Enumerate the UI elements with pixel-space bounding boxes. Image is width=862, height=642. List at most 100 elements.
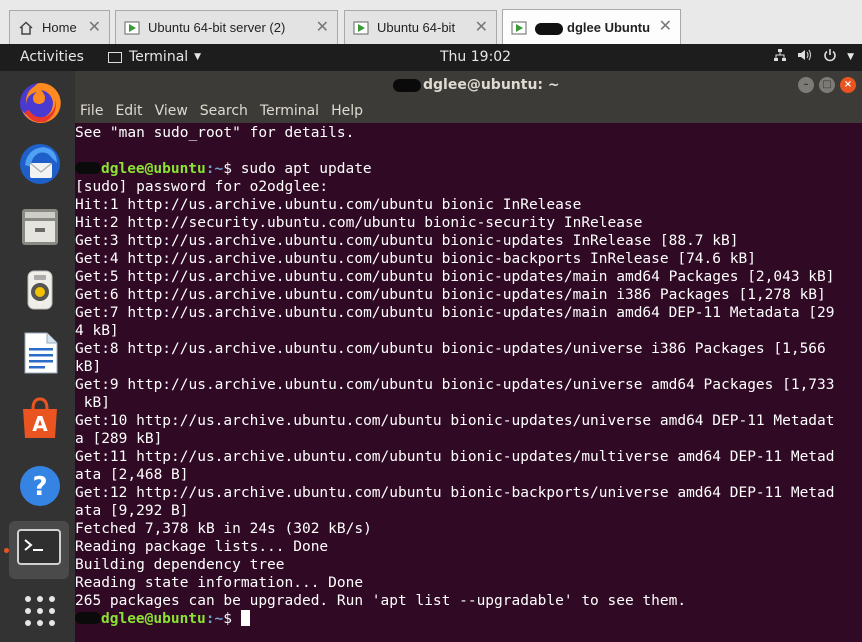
terminal-line: [sudo] password for o2odglee: (75, 178, 328, 196)
thunderbird-icon (17, 141, 63, 191)
redaction-mark (535, 22, 563, 35)
clock[interactable]: Thu 19:02 (440, 49, 511, 65)
terminal-line: kB] (75, 358, 101, 376)
menu-edit[interactable]: Edit (109, 99, 148, 123)
terminal-line: 265 packages can be upgraded. Run 'apt l… (75, 592, 686, 610)
prompt-symbol: $ (223, 611, 241, 627)
menu-terminal[interactable]: Terminal (254, 99, 325, 123)
software-center-icon: A (17, 395, 63, 445)
rhythmbox-icon (17, 267, 63, 317)
dock-item-terminal[interactable] (9, 521, 69, 579)
vm-icon (353, 20, 369, 36)
terminal-line: Reading package lists... Done (75, 538, 328, 556)
terminal-line-text: Reading state information... Done (75, 575, 364, 591)
terminal-line: dglee@ubuntu:~$ (75, 610, 250, 628)
terminal-line-text: Get:12 http://us.archive.ubuntu.com/ubun… (75, 485, 835, 501)
app-menu-button[interactable]: Terminal ▼ (108, 49, 201, 65)
activities-button[interactable]: Activities (20, 49, 84, 65)
terminal-line-text: [sudo] password for o2odglee: (75, 179, 329, 195)
close-icon[interactable]: ✕ (475, 19, 488, 35)
dock-item-show-applications[interactable] (15, 588, 65, 638)
svg-text:A: A (32, 412, 48, 436)
close-icon[interactable]: ✕ (659, 18, 672, 34)
dock-item-rhythmbox[interactable] (15, 267, 65, 317)
dock-item-libreoffice-writer[interactable] (15, 330, 65, 380)
vm-tab-dglee-ubuntu[interactable]: dglee Ubuntu ✕ (502, 9, 681, 45)
maximize-button[interactable]: □ (819, 77, 835, 93)
gnome-top-bar: Activities Terminal ▼ Thu 19:02 ▼ (0, 44, 862, 71)
dock-item-software-center[interactable]: A (15, 395, 65, 445)
terminal-line-text: Get:5 http://us.archive.ubuntu.com/ubunt… (75, 269, 835, 285)
close-icon[interactable]: ✕ (316, 19, 329, 35)
dock-item-firefox[interactable] (15, 80, 65, 130)
dock: A ? (0, 71, 75, 642)
terminal-line: ata [2,468 B] (75, 466, 189, 484)
vm-tab-ubuntu-server[interactable]: Ubuntu 64-bit server (2) ✕ (115, 10, 338, 44)
system-tray[interactable]: ▼ (773, 48, 854, 66)
home-icon (18, 20, 34, 36)
terminal-line-text: Hit:2 http://security.ubuntu.com/ubuntu … (75, 215, 643, 231)
terminal-line-text: Reading package lists... Done (75, 539, 329, 555)
menu-search[interactable]: Search (194, 99, 254, 123)
terminal-line-text: Get:6 http://us.archive.ubuntu.com/ubunt… (75, 287, 826, 303)
text-cursor (240, 610, 250, 626)
terminal-icon (108, 51, 122, 63)
libreoffice-writer-icon (17, 330, 63, 380)
help-icon: ? (17, 463, 63, 513)
network-icon (773, 48, 787, 66)
terminal-line-text: Get:10 http://us.archive.ubuntu.com/ubun… (75, 413, 835, 429)
dock-item-thunderbird[interactable] (15, 141, 65, 191)
vm-icon (124, 20, 140, 36)
window-controls: – □ × (798, 77, 856, 93)
chevron-down-icon: ▼ (194, 52, 202, 62)
terminal-line-text: Building dependency tree (75, 557, 285, 573)
vm-tab-label: Home (42, 20, 77, 35)
prompt-user: dglee@ubuntu (101, 611, 206, 627)
terminal-line: Get:10 http://us.archive.ubuntu.com/ubun… (75, 412, 835, 430)
terminal-line: Get:3 http://us.archive.ubuntu.com/ubunt… (75, 232, 738, 250)
terminal-line: Get:9 http://us.archive.ubuntu.com/ubunt… (75, 376, 835, 394)
terminal-line: Get:6 http://us.archive.ubuntu.com/ubunt… (75, 286, 826, 304)
menu-file[interactable]: File (75, 99, 109, 123)
terminal-line-text: Get:4 http://us.archive.ubuntu.com/ubunt… (75, 251, 756, 267)
terminal-line: Get:7 http://us.archive.ubuntu.com/ubunt… (75, 304, 835, 322)
menu-view[interactable]: View (149, 99, 194, 123)
svg-text:?: ? (32, 472, 47, 502)
terminal-line-text: Fetched 7,378 kB in 24s (302 kB/s) (75, 521, 372, 537)
terminal-line-text: ata [9,292 B] (75, 503, 189, 519)
terminal-menubar: File Edit View Search Terminal Help (75, 99, 862, 123)
close-button[interactable]: × (840, 77, 856, 93)
prompt-symbol: $ (223, 161, 241, 177)
minimize-button[interactable]: – (798, 77, 814, 93)
vm-tab-home[interactable]: Home ✕ (9, 10, 110, 44)
terminal-line-text: Get:8 http://us.archive.ubuntu.com/ubunt… (75, 341, 826, 357)
volume-icon (797, 48, 813, 66)
terminal-line-text: See "man sudo_root" for details. (75, 125, 355, 141)
vm-tab-label: dglee Ubuntu (535, 20, 650, 35)
terminal-line-text: a [289 kB] (75, 431, 163, 447)
terminal-line-text: Get:3 http://us.archive.ubuntu.com/ubunt… (75, 233, 739, 249)
chevron-down-icon: ▼ (847, 52, 854, 62)
vm-icon (511, 20, 527, 36)
terminal-line: See "man sudo_root" for details. (75, 124, 354, 142)
dock-item-files[interactable] (15, 204, 65, 254)
terminal-line: Hit:1 http://us.archive.ubuntu.com/ubunt… (75, 196, 581, 214)
terminal-window: dglee@ubuntu: ~ – □ × File Edit View Search… (75, 71, 862, 642)
terminal-line: Get:12 http://us.archive.ubuntu.com/ubun… (75, 484, 835, 502)
window-title: dglee@ubuntu: ~ (393, 77, 560, 93)
prompt-path: :~ (205, 161, 224, 177)
menu-help[interactable]: Help (325, 99, 369, 123)
redaction-mark (75, 162, 101, 174)
redaction-mark (75, 612, 101, 624)
terminal-line-text: Get:11 http://us.archive.ubuntu.com/ubun… (75, 449, 835, 465)
terminal-line-text: kB] (75, 359, 102, 375)
terminal-output[interactable]: See "man sudo_root" for details. dglee@ub… (75, 123, 862, 642)
close-icon[interactable]: ✕ (88, 19, 101, 35)
dock-item-help[interactable]: ? (15, 463, 65, 513)
window-title-text: dglee@ubuntu: ~ (423, 77, 560, 93)
prompt-path: :~ (205, 611, 224, 627)
app-menu-label: Terminal (129, 49, 189, 65)
vm-tab-ubuntu-64[interactable]: Ubuntu 64-bit ✕ (344, 10, 497, 44)
terminal-line: a [289 kB] (75, 430, 162, 448)
window-titlebar[interactable]: dglee@ubuntu: ~ – □ × (75, 71, 862, 99)
